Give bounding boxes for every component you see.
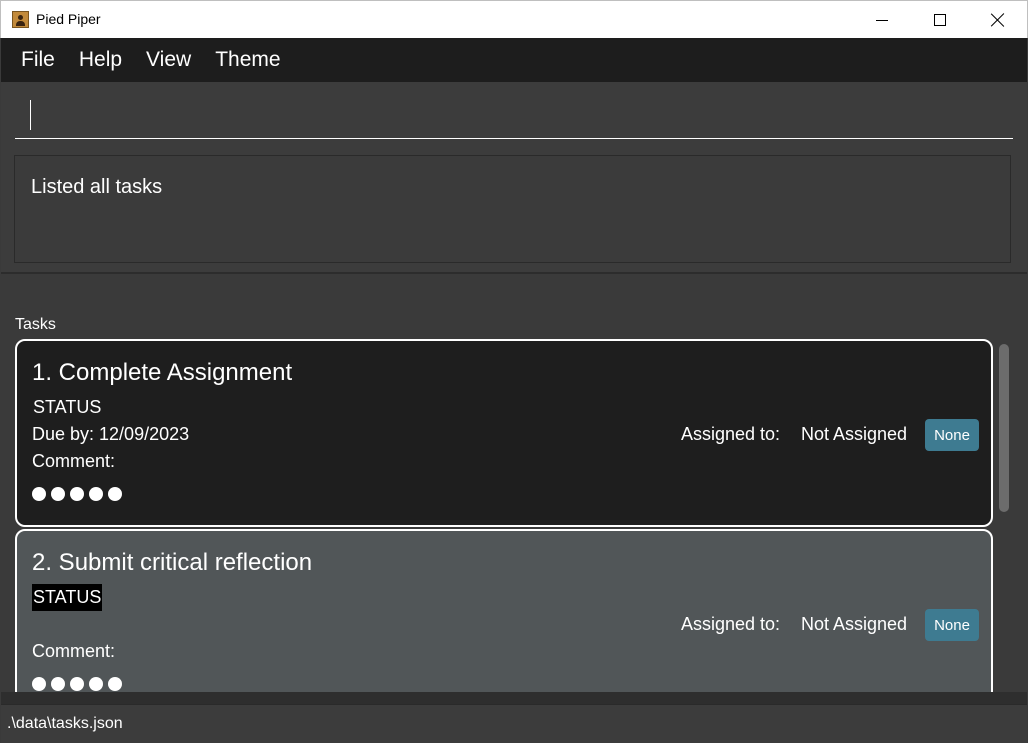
task-tag-badge: None [925, 609, 979, 641]
menu-view[interactable]: View [134, 48, 203, 72]
rating-dot-icon [108, 487, 122, 501]
task-status: STATUS [32, 584, 103, 611]
task-title: 2. Submit critical reflection [32, 549, 313, 576]
task-assignee: Not Assigned [801, 424, 908, 444]
status-bar: .\data\tasks.json [1, 704, 1027, 743]
task-title: 1. Complete Assignment [32, 359, 293, 386]
result-area: Listed all tasks [1, 148, 1027, 274]
maximize-button[interactable] [911, 1, 969, 39]
rating-dot-icon [89, 487, 103, 501]
scrollbar-thumb[interactable] [999, 344, 1009, 512]
task-tag-badge: None [925, 419, 979, 451]
close-button[interactable] [969, 1, 1027, 39]
task-list-label: Tasks [15, 316, 56, 333]
task-status: STATUS [33, 397, 102, 417]
rating-dot-icon [70, 677, 84, 691]
task-assigned-label: Assigned to: [681, 424, 781, 444]
task-list-scrollbar[interactable] [997, 342, 1011, 692]
command-input[interactable] [15, 94, 1013, 139]
menu-theme[interactable]: Theme [203, 48, 292, 72]
rating-dot-icon [70, 487, 84, 501]
task-card[interactable]: 2. Submit critical reflection STATUS Com… [15, 529, 993, 692]
rating-dot-icon [89, 677, 103, 691]
title-bar: Pied Piper [0, 0, 1028, 38]
task-assigned-label: Assigned to: [681, 614, 781, 634]
rating-dot-icon [32, 677, 46, 691]
close-icon [991, 13, 1005, 27]
rating-dot-icon [51, 487, 65, 501]
minimize-button[interactable] [853, 1, 911, 39]
text-caret [30, 100, 31, 130]
task-rating [32, 487, 122, 501]
task-list-panel: Tasks 1. Complete Assignment STATUS Due … [1, 274, 1027, 692]
menu-bar: File Help View Theme [1, 38, 1027, 82]
task-comment-label: Comment: [32, 451, 116, 471]
task-due-date: Due by: 12/09/2023 [32, 424, 190, 444]
command-area [1, 82, 1027, 148]
app-icon [12, 11, 29, 28]
panel-divider [1, 692, 1027, 704]
rating-dot-icon [108, 677, 122, 691]
minimize-icon [876, 19, 888, 21]
window-title: Pied Piper [36, 11, 101, 27]
task-rating [32, 677, 122, 691]
result-display[interactable]: Listed all tasks [14, 155, 1011, 263]
rating-dot-icon [51, 677, 65, 691]
maximize-icon [934, 14, 946, 26]
task-comment-label: Comment: [32, 641, 116, 661]
task-card[interactable]: 1. Complete Assignment STATUS Due by: 12… [15, 339, 993, 527]
menu-help[interactable]: Help [67, 48, 134, 72]
menu-file[interactable]: File [1, 48, 67, 72]
save-file-path: .\data\tasks.json [7, 715, 123, 732]
result-message: Listed all tasks [31, 176, 163, 198]
task-assignee: Not Assigned [801, 614, 908, 634]
rating-dot-icon [32, 487, 46, 501]
